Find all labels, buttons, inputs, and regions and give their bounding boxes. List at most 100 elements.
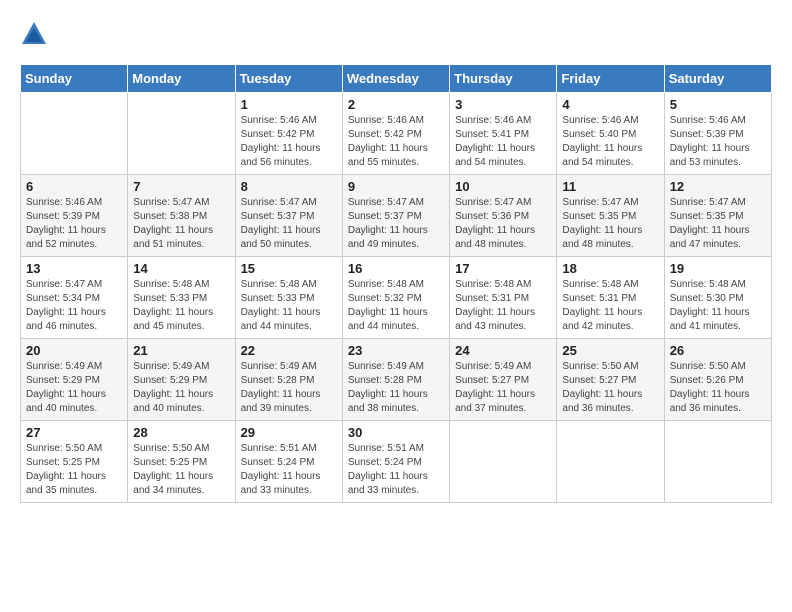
calendar-cell: 27 Sunrise: 5:50 AM Sunset: 5:25 PM Dayli… [21, 421, 128, 503]
day-number: 9 [348, 179, 444, 194]
day-number: 29 [241, 425, 337, 440]
day-of-week-header: Sunday [21, 65, 128, 93]
day-number: 14 [133, 261, 229, 276]
day-number: 18 [562, 261, 658, 276]
calendar-cell: 16 Sunrise: 5:48 AM Sunset: 5:32 PM Dayli… [342, 257, 449, 339]
day-info: Sunrise: 5:49 AM Sunset: 5:29 PM Dayligh… [26, 360, 122, 416]
day-info: Sunrise: 5:47 AM Sunset: 5:34 PM Dayligh… [26, 278, 122, 334]
calendar-cell: 23 Sunrise: 5:49 AM Sunset: 5:28 PM Dayli… [342, 339, 449, 421]
day-info: Sunrise: 5:47 AM Sunset: 5:35 PM Dayligh… [562, 196, 658, 252]
calendar-cell: 28 Sunrise: 5:50 AM Sunset: 5:25 PM Dayli… [128, 421, 235, 503]
day-info: Sunrise: 5:46 AM Sunset: 5:41 PM Dayligh… [455, 114, 551, 170]
day-number: 22 [241, 343, 337, 358]
calendar-cell: 30 Sunrise: 5:51 AM Sunset: 5:24 PM Dayli… [342, 421, 449, 503]
calendar-cell: 20 Sunrise: 5:49 AM Sunset: 5:29 PM Dayli… [21, 339, 128, 421]
calendar-cell [450, 421, 557, 503]
day-info: Sunrise: 5:48 AM Sunset: 5:32 PM Dayligh… [348, 278, 444, 334]
day-info: Sunrise: 5:48 AM Sunset: 5:31 PM Dayligh… [455, 278, 551, 334]
day-info: Sunrise: 5:48 AM Sunset: 5:33 PM Dayligh… [241, 278, 337, 334]
calendar-cell: 13 Sunrise: 5:47 AM Sunset: 5:34 PM Dayli… [21, 257, 128, 339]
day-info: Sunrise: 5:50 AM Sunset: 5:26 PM Dayligh… [670, 360, 766, 416]
day-number: 4 [562, 97, 658, 112]
calendar-cell: 24 Sunrise: 5:49 AM Sunset: 5:27 PM Dayli… [450, 339, 557, 421]
day-info: Sunrise: 5:46 AM Sunset: 5:40 PM Dayligh… [562, 114, 658, 170]
day-info: Sunrise: 5:49 AM Sunset: 5:27 PM Dayligh… [455, 360, 551, 416]
day-of-week-header: Thursday [450, 65, 557, 93]
calendar-cell: 22 Sunrise: 5:49 AM Sunset: 5:28 PM Dayli… [235, 339, 342, 421]
calendar-cell [557, 421, 664, 503]
day-info: Sunrise: 5:46 AM Sunset: 5:39 PM Dayligh… [670, 114, 766, 170]
day-info: Sunrise: 5:47 AM Sunset: 5:36 PM Dayligh… [455, 196, 551, 252]
calendar-cell: 8 Sunrise: 5:47 AM Sunset: 5:37 PM Daylig… [235, 175, 342, 257]
day-number: 27 [26, 425, 122, 440]
day-number: 13 [26, 261, 122, 276]
calendar-cell: 15 Sunrise: 5:48 AM Sunset: 5:33 PM Dayli… [235, 257, 342, 339]
calendar-cell: 11 Sunrise: 5:47 AM Sunset: 5:35 PM Dayli… [557, 175, 664, 257]
logo [20, 20, 52, 48]
calendar-cell: 3 Sunrise: 5:46 AM Sunset: 5:41 PM Daylig… [450, 93, 557, 175]
calendar-cell: 4 Sunrise: 5:46 AM Sunset: 5:40 PM Daylig… [557, 93, 664, 175]
calendar-cell [128, 93, 235, 175]
day-number: 24 [455, 343, 551, 358]
day-number: 11 [562, 179, 658, 194]
day-number: 28 [133, 425, 229, 440]
calendar-table: SundayMondayTuesdayWednesdayThursdayFrid… [20, 64, 772, 503]
day-info: Sunrise: 5:49 AM Sunset: 5:28 PM Dayligh… [348, 360, 444, 416]
calendar-cell: 2Sunrise: 5:46 AM Sunset: 5:42 PM Daylig… [342, 93, 449, 175]
calendar-week-row: 13 Sunrise: 5:47 AM Sunset: 5:34 PM Dayli… [21, 257, 772, 339]
day-number: 16 [348, 261, 444, 276]
day-number: 20 [26, 343, 122, 358]
day-info: Sunrise: 5:47 AM Sunset: 5:35 PM Dayligh… [670, 196, 766, 252]
calendar-cell [21, 93, 128, 175]
day-number: 7 [133, 179, 229, 194]
day-info: Sunrise: 5:47 AM Sunset: 5:38 PM Dayligh… [133, 196, 229, 252]
calendar-cell: 6 Sunrise: 5:46 AM Sunset: 5:39 PM Daylig… [21, 175, 128, 257]
calendar-cell: 26 Sunrise: 5:50 AM Sunset: 5:26 PM Dayli… [664, 339, 771, 421]
day-number: 19 [670, 261, 766, 276]
day-of-week-header: Friday [557, 65, 664, 93]
day-info: Sunrise: 5:51 AM Sunset: 5:24 PM Dayligh… [348, 442, 444, 498]
day-number: 25 [562, 343, 658, 358]
day-number: 30 [348, 425, 444, 440]
calendar-cell: 17Sunrise: 5:48 AM Sunset: 5:31 PM Dayli… [450, 257, 557, 339]
day-number: 1 [241, 97, 337, 112]
day-number: 3 [455, 97, 551, 112]
day-info: Sunrise: 5:49 AM Sunset: 5:28 PM Dayligh… [241, 360, 337, 416]
calendar-cell: 29 Sunrise: 5:51 AM Sunset: 5:24 PM Dayli… [235, 421, 342, 503]
day-of-week-header: Wednesday [342, 65, 449, 93]
day-info: Sunrise: 5:50 AM Sunset: 5:27 PM Dayligh… [562, 360, 658, 416]
day-info: Sunrise: 5:49 AM Sunset: 5:29 PM Dayligh… [133, 360, 229, 416]
day-of-week-header: Monday [128, 65, 235, 93]
day-info: Sunrise: 5:48 AM Sunset: 5:33 PM Dayligh… [133, 278, 229, 334]
day-info: Sunrise: 5:48 AM Sunset: 5:30 PM Dayligh… [670, 278, 766, 334]
day-info: Sunrise: 5:50 AM Sunset: 5:25 PM Dayligh… [26, 442, 122, 498]
day-info: Sunrise: 5:50 AM Sunset: 5:25 PM Dayligh… [133, 442, 229, 498]
calendar-cell: 19 Sunrise: 5:48 AM Sunset: 5:30 PM Dayli… [664, 257, 771, 339]
day-number: 6 [26, 179, 122, 194]
calendar-cell: 12Sunrise: 5:47 AM Sunset: 5:35 PM Dayli… [664, 175, 771, 257]
day-number: 15 [241, 261, 337, 276]
day-number: 21 [133, 343, 229, 358]
calendar-week-row: 6 Sunrise: 5:46 AM Sunset: 5:39 PM Daylig… [21, 175, 772, 257]
calendar-cell: 9Sunrise: 5:47 AM Sunset: 5:37 PM Daylig… [342, 175, 449, 257]
calendar-cell: 14 Sunrise: 5:48 AM Sunset: 5:33 PM Dayli… [128, 257, 235, 339]
logo-icon [20, 20, 48, 48]
day-number: 10 [455, 179, 551, 194]
day-of-week-header: Tuesday [235, 65, 342, 93]
day-info: Sunrise: 5:47 AM Sunset: 5:37 PM Dayligh… [241, 196, 337, 252]
day-info: Sunrise: 5:46 AM Sunset: 5:42 PM Dayligh… [241, 114, 337, 170]
calendar-week-row: 1 Sunrise: 5:46 AM Sunset: 5:42 PM Daylig… [21, 93, 772, 175]
calendar-cell: 18 Sunrise: 5:48 AM Sunset: 5:31 PM Dayli… [557, 257, 664, 339]
day-info: Sunrise: 5:46 AM Sunset: 5:42 PM Dayligh… [348, 114, 444, 170]
calendar-cell: 10 Sunrise: 5:47 AM Sunset: 5:36 PM Dayli… [450, 175, 557, 257]
day-number: 23 [348, 343, 444, 358]
calendar-cell [664, 421, 771, 503]
day-info: Sunrise: 5:51 AM Sunset: 5:24 PM Dayligh… [241, 442, 337, 498]
day-info: Sunrise: 5:46 AM Sunset: 5:39 PM Dayligh… [26, 196, 122, 252]
day-number: 26 [670, 343, 766, 358]
day-number: 5 [670, 97, 766, 112]
day-info: Sunrise: 5:48 AM Sunset: 5:31 PM Dayligh… [562, 278, 658, 334]
calendar-week-row: 20 Sunrise: 5:49 AM Sunset: 5:29 PM Dayli… [21, 339, 772, 421]
day-number: 8 [241, 179, 337, 194]
calendar-cell: 25 Sunrise: 5:50 AM Sunset: 5:27 PM Dayli… [557, 339, 664, 421]
